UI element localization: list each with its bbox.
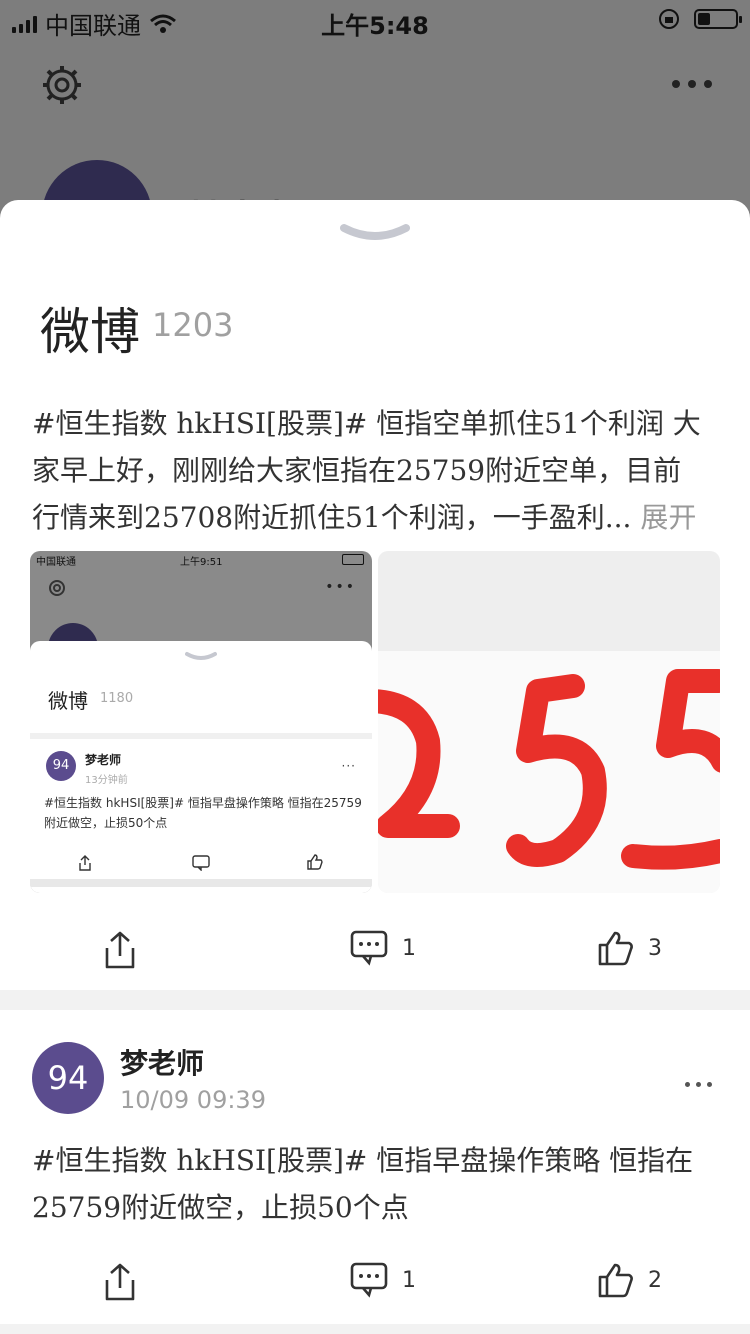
post-image-handwriting[interactable]: 255 <box>378 551 720 893</box>
post2-actions: 1 2 <box>0 1242 750 1322</box>
mini-card: 微博 1180 94 梦老师 13分钟前 ··· #恒生指数 hkHSI[股票]… <box>30 641 372 893</box>
status-time: 上午5:48 <box>321 12 429 40</box>
mini-battery-icon <box>342 554 364 565</box>
mini-comment-icon <box>192 855 210 871</box>
post-image-screenshot[interactable]: 中国联通 上午9:51 ••• 微博 1180 94 梦老师 13分钟前 ···… <box>30 551 372 893</box>
mini-count: 1180 <box>100 691 134 706</box>
mini-more-top-icon: ••• <box>325 579 356 595</box>
comment-icon <box>350 1262 388 1298</box>
post1-comment-button[interactable]: 1 <box>350 930 416 966</box>
status-right <box>658 8 742 30</box>
weibo-sheet: 微博 1203 #恒生指数 hkHSI[股票]# 恒指空单抓住51个利润 大 家… <box>0 200 750 1334</box>
mini-actions <box>30 853 372 877</box>
handwritten-255-drawing <box>378 669 720 870</box>
post2-time: 10/09 09:39 <box>120 1086 266 1114</box>
mini-like-icon <box>307 854 323 870</box>
mini-bottom-bar <box>30 879 372 887</box>
status-bar: 中国联通 上午5:48 <box>0 0 750 40</box>
share-icon <box>105 1263 135 1301</box>
more-icon[interactable] <box>672 80 712 88</box>
post2-line1: #恒生指数 hkHSI[股票]# 恒指早盘操作策略 恒指在 <box>32 1144 694 1177</box>
like-icon <box>598 931 633 966</box>
post1-actions: 1 3 <box>0 910 750 990</box>
bottom-separator <box>0 1324 750 1334</box>
expand-link[interactable]: 展开 <box>640 501 696 534</box>
mini-share-icon <box>79 855 91 871</box>
rotation-lock-icon <box>659 9 679 29</box>
comment-count: 1 <box>402 935 416 961</box>
post2-author[interactable]: 梦老师 <box>120 1042 204 1082</box>
post1-share-button[interactable] <box>103 930 137 970</box>
post-separator <box>0 990 750 1010</box>
comment-count: 1 <box>402 1267 416 1293</box>
like-icon <box>598 1263 633 1298</box>
mini-title: 微博 <box>48 689 88 713</box>
mini-avatar: 94 <box>46 751 76 781</box>
post2-avatar[interactable]: 94 <box>32 1042 104 1114</box>
mini-status-bar: 中国联通 上午9:51 <box>30 551 372 568</box>
mini-time-label: 上午9:51 <box>180 557 223 568</box>
post2-like-button[interactable]: 2 <box>598 1262 662 1298</box>
gear-icon[interactable] <box>40 63 84 107</box>
comment-icon <box>350 930 388 966</box>
post1-line2: 家早上好，刚刚给大家恒指在25759附近空单，目前 <box>32 454 682 487</box>
like-count: 2 <box>648 1267 662 1293</box>
mini-carrier: 中国联通 <box>36 557 76 568</box>
mini-more-icon: ··· <box>341 759 356 773</box>
share-icon <box>105 931 135 969</box>
post2-share-button[interactable] <box>103 1262 137 1302</box>
post1-line1: #恒生指数 hkHSI[股票]# 恒指空单抓住51个利润 大 <box>32 407 701 440</box>
mini-post-text: #恒生指数 hkHSI[股票]# 恒指早盘操作策略 恒指在25759附近做空，止… <box>44 796 362 830</box>
post1-line3: 行情来到25708附近抓住51个利润，一手盈利... <box>32 501 632 534</box>
mini-divider <box>30 733 372 739</box>
battery-icon <box>694 9 742 29</box>
post1-like-button[interactable]: 3 <box>598 930 662 966</box>
post2-more-icon[interactable] <box>685 1082 712 1087</box>
mini-author: 梦老师 <box>85 753 122 767</box>
like-count: 3 <box>648 935 662 961</box>
mini-chevron-icon <box>185 652 217 660</box>
chevron-down-icon[interactable] <box>340 222 410 246</box>
mini-post-time: 13分钟前 <box>85 775 128 786</box>
mini-gear-icon <box>49 580 65 596</box>
sheet-title: 微博 <box>40 303 140 361</box>
post2-line2: 25759附近做空，止损50个点 <box>32 1191 409 1224</box>
sheet-count: 1203 <box>152 306 234 344</box>
post1-line3-wrap: 行情来到25708附近抓住51个利润，一手盈利... 展开 <box>32 494 722 541</box>
post2-comment-button[interactable]: 1 <box>350 1262 416 1298</box>
